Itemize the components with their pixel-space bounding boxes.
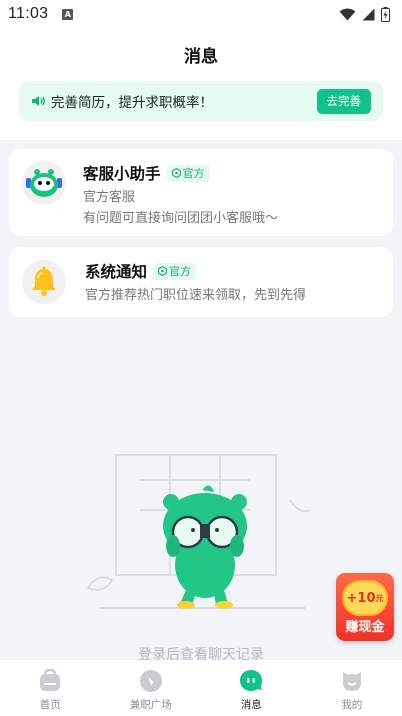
conversation-preview: 有问题可直接询问团团小客服哦～ (83, 211, 279, 226)
wifi-icon (339, 8, 356, 20)
official-badge-label: 官方 (182, 167, 205, 180)
bottom-tab-bar: 首页 兼职广场 消息 我的 (0, 660, 402, 716)
signal-icon (362, 8, 375, 20)
tab-profile-label: 我的 (341, 699, 363, 711)
status-time: 11:03 (8, 5, 49, 22)
tab-profile[interactable]: 我的 (302, 660, 402, 716)
robot-avatar-icon (22, 161, 66, 205)
conversation-item-customer-service[interactable]: 客服小助手 官方 官方客服 有问题可直接询问团团小客服哦～ (9, 149, 393, 236)
conversation-name: 系统通知 (85, 263, 148, 281)
home-icon (40, 669, 61, 691)
conversation-item-system-notice[interactable]: 系统通知 官方 官方推荐热门职位速来领取，先到先得 (9, 247, 393, 317)
official-badge: 官方 (153, 262, 197, 280)
status-icons (339, 6, 390, 22)
battery-icon (381, 6, 390, 22)
tab-plaza-label: 兼职广场 (129, 699, 172, 711)
speaker-icon (31, 93, 47, 109)
message-icon (240, 670, 263, 691)
status-bar: 11:03 A (0, 0, 402, 28)
official-icon (158, 266, 168, 276)
conversation-subtitle: 官方客服 (83, 190, 136, 205)
complete-resume-button[interactable]: 去完善 (316, 88, 371, 114)
tab-plaza[interactable]: 兼职广场 (101, 660, 202, 716)
tab-home[interactable]: 首页 (0, 660, 101, 716)
official-badge-label: 官方 (169, 265, 192, 278)
resume-banner[interactable]: 完善简历，提升求职概率！ 去完善 (19, 81, 383, 121)
tab-messages-label: 消息 (240, 699, 262, 711)
coin-unit: 元 (375, 593, 384, 603)
conversation-header: 客服小助手 官方 (83, 162, 210, 184)
profile-icon (342, 672, 361, 691)
tab-home-label: 首页 (39, 699, 61, 711)
tab-messages[interactable]: 消息 (201, 660, 302, 716)
conversation-name: 客服小助手 (83, 165, 161, 183)
empty-state-illustration (86, 454, 311, 609)
bell-icon (22, 260, 66, 304)
earn-cash-label: 赚现金 (345, 620, 385, 635)
earn-cash-float-button[interactable]: +10 元 赚现金 (336, 573, 394, 641)
official-badge: 官方 (166, 164, 210, 182)
page-title: 消息 (184, 47, 218, 67)
notification-a-icon: A (62, 8, 74, 20)
coin-amount: +10 (346, 590, 376, 606)
plaza-icon (139, 670, 162, 692)
banner-text: 完善简历，提升求职概率！ (51, 95, 213, 111)
conversation-header: 系统通知 官方 (85, 260, 197, 282)
header: 消息 完善简历，提升求职概率！ 去完善 (0, 28, 402, 140)
official-icon (171, 168, 181, 178)
coin-badge: +10 元 (342, 580, 388, 616)
conversation-preview: 官方推荐热门职位速来领取，先到先得 (85, 288, 307, 303)
